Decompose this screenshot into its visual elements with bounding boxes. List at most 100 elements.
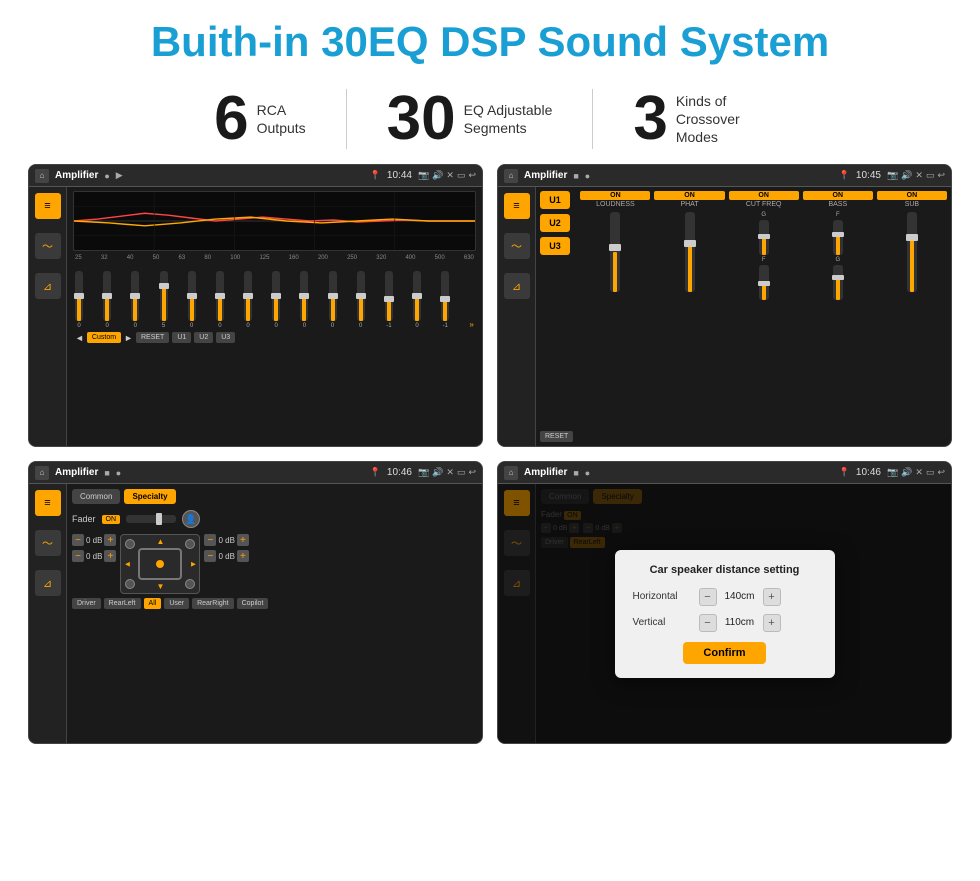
screen3-back[interactable]: ↩ bbox=[468, 467, 476, 478]
ch-loudness-slider[interactable] bbox=[580, 212, 650, 442]
fader-all-btn[interactable]: All bbox=[144, 598, 162, 609]
screenshots-grid: ⌂ Amplifier ● ▶ 📍 10:44 📷 🔊 ✕ ▭ ↩ ≡ 〜 ⊿ bbox=[0, 164, 980, 744]
eq-sidebar-icon2[interactable]: 〜 bbox=[35, 233, 61, 259]
screen1-title: Amplifier bbox=[55, 170, 98, 181]
fader-h-slider[interactable] bbox=[126, 515, 176, 523]
fader-tl-plus[interactable]: + bbox=[104, 534, 116, 546]
eq-slider-4[interactable]: 5 bbox=[160, 271, 168, 329]
eq-slider-13[interactable]: 0 bbox=[413, 271, 421, 329]
fader-tl-minus[interactable]: − bbox=[72, 534, 84, 546]
ch-phat-slider[interactable] bbox=[654, 212, 724, 442]
ch-on-cutfreq: ON bbox=[729, 191, 799, 200]
fader-bl-minus[interactable]: − bbox=[72, 550, 84, 562]
dist-horizontal-plus[interactable]: + bbox=[763, 588, 781, 606]
fader-bl-plus[interactable]: + bbox=[104, 550, 116, 562]
dist-horizontal-ctrl: − 140cm + bbox=[699, 588, 781, 606]
ch-bass-f-slider[interactable] bbox=[833, 220, 843, 255]
fader-rearleft-btn[interactable]: RearLeft bbox=[104, 598, 141, 609]
dist-confirm-button[interactable]: Confirm bbox=[683, 642, 765, 664]
eq-slider-6[interactable]: 0 bbox=[216, 271, 224, 329]
dist-horizontal-minus[interactable]: − bbox=[699, 588, 717, 606]
fader-tab-common[interactable]: Common bbox=[72, 489, 120, 504]
screen4-camera: 📷 bbox=[887, 467, 898, 478]
dist-horizontal-row: Horizontal − 140cm + bbox=[633, 588, 817, 606]
screen2-content: ≡ 〜 ⊿ U1 U2 U3 RESET ON LOUDNESS bbox=[498, 187, 951, 446]
fader-icon3[interactable]: ⊿ bbox=[35, 570, 61, 596]
fader-bottom-row: Driver RearLeft All User RearRight Copil… bbox=[72, 598, 477, 609]
screen4-back[interactable]: ↩ bbox=[937, 467, 945, 478]
screen3-home-icon[interactable]: ⌂ bbox=[35, 466, 49, 480]
eq-u1-btn[interactable]: U1 bbox=[172, 332, 191, 343]
eq-u2-btn[interactable]: U2 bbox=[194, 332, 213, 343]
screen4-home-icon[interactable]: ⌂ bbox=[504, 466, 518, 480]
eq-sidebar-icon1[interactable]: ≡ bbox=[35, 193, 61, 219]
dist-dialog-overlay: Car speaker distance setting Horizontal … bbox=[498, 484, 951, 743]
fader-copilot-btn[interactable]: Copilot bbox=[237, 598, 269, 609]
ch-sub-slider[interactable] bbox=[877, 212, 947, 442]
fader-br-plus[interactable]: + bbox=[237, 550, 249, 562]
eq-slider-1[interactable]: 0 bbox=[75, 271, 83, 329]
screen1-camera: 📷 bbox=[418, 170, 429, 181]
home-icon[interactable]: ⌂ bbox=[35, 169, 49, 183]
fader-on-btn[interactable]: ON bbox=[102, 515, 121, 524]
screen2-camera: 📷 bbox=[887, 170, 898, 181]
dist-vertical-minus[interactable]: − bbox=[699, 614, 717, 632]
eq-sliders-row: 0 0 0 5 0 bbox=[73, 264, 476, 329]
cross-reset-btn[interactable]: RESET bbox=[540, 431, 573, 442]
cross-icon3[interactable]: ⊿ bbox=[504, 273, 530, 299]
fader-icon1[interactable]: ≡ bbox=[35, 490, 61, 516]
cross-u1-btn[interactable]: U1 bbox=[540, 191, 570, 209]
eq-reset-btn[interactable]: RESET bbox=[136, 332, 169, 343]
screen-eq: ⌂ Amplifier ● ▶ 📍 10:44 📷 🔊 ✕ ▭ ↩ ≡ 〜 ⊿ bbox=[28, 164, 483, 447]
eq-slider-15[interactable]: » bbox=[469, 320, 473, 329]
screen1-vol: 🔊 bbox=[432, 170, 443, 181]
screen2-dot1: ■ bbox=[573, 171, 578, 181]
eq-slider-2[interactable]: 0 bbox=[103, 271, 111, 329]
screen3-vol: 🔊 bbox=[432, 467, 443, 478]
cross-u3-btn[interactable]: U3 bbox=[540, 237, 570, 255]
cross-u2-btn[interactable]: U2 bbox=[540, 214, 570, 232]
screen-distance: ⌂ Amplifier ■ ● 📍 10:46 📷 🔊 ✕ ▭ ↩ ≡ 〜 ⊿ bbox=[497, 461, 952, 744]
screen1-play: ▶ bbox=[116, 170, 123, 181]
ch-cutfreq-g-slider[interactable] bbox=[759, 220, 769, 255]
fader-icon2[interactable]: 〜 bbox=[35, 530, 61, 556]
screen2-home-icon[interactable]: ⌂ bbox=[504, 169, 518, 183]
screen1-time: 10:44 bbox=[387, 170, 412, 181]
eq-slider-10[interactable]: 0 bbox=[329, 271, 337, 329]
stat-rca-number: 6 bbox=[214, 88, 248, 150]
screen2-back[interactable]: ↩ bbox=[937, 170, 945, 181]
fader-tr-minus[interactable]: − bbox=[204, 534, 216, 546]
fader-tr-plus[interactable]: + bbox=[237, 534, 249, 546]
eq-next[interactable]: ► bbox=[124, 333, 133, 343]
eq-slider-3[interactable]: 0 bbox=[131, 271, 139, 329]
eq-u3-btn[interactable]: U3 bbox=[216, 332, 235, 343]
ch-cutfreq-f-slider[interactable] bbox=[759, 265, 769, 300]
ch-on-loudness: ON bbox=[580, 191, 650, 200]
fader-tab-specialty[interactable]: Specialty bbox=[124, 489, 175, 504]
cross-icon2[interactable]: 〜 bbox=[504, 233, 530, 259]
arrow-right: ► bbox=[190, 560, 198, 569]
ch-bass-g-slider[interactable] bbox=[833, 265, 843, 300]
dist-vertical-value: 110cm bbox=[720, 617, 760, 628]
eq-slider-14[interactable]: -1 bbox=[441, 271, 449, 329]
fader-driver-btn[interactable]: Driver bbox=[72, 598, 101, 609]
eq-slider-5[interactable]: 0 bbox=[188, 271, 196, 329]
screen4-content: ≡ 〜 ⊿ Common Specialty Fader ON −0 dB+ −… bbox=[498, 484, 951, 743]
eq-sidebar-icon3[interactable]: ⊿ bbox=[35, 273, 61, 299]
dist-horizontal-label: Horizontal bbox=[633, 591, 693, 602]
eq-slider-11[interactable]: 0 bbox=[357, 271, 365, 329]
screen4-dot2: ● bbox=[585, 468, 590, 478]
eq-slider-12[interactable]: -1 bbox=[385, 271, 393, 329]
eq-prev[interactable]: ◄ bbox=[75, 333, 84, 343]
screen1-back[interactable]: ↩ bbox=[468, 170, 476, 181]
eq-slider-9[interactable]: 0 bbox=[300, 271, 308, 329]
eq-slider-8[interactable]: 0 bbox=[272, 271, 280, 329]
fader-user-btn[interactable]: User bbox=[164, 598, 189, 609]
cross-icon1[interactable]: ≡ bbox=[504, 193, 530, 219]
fader-rearright-btn[interactable]: RearRight bbox=[192, 598, 234, 609]
fader-br-minus[interactable]: − bbox=[204, 550, 216, 562]
dist-vertical-plus[interactable]: + bbox=[763, 614, 781, 632]
eq-custom-btn[interactable]: Custom bbox=[87, 332, 121, 343]
screen3-dot2: ● bbox=[116, 468, 121, 478]
eq-slider-7[interactable]: 0 bbox=[244, 271, 252, 329]
